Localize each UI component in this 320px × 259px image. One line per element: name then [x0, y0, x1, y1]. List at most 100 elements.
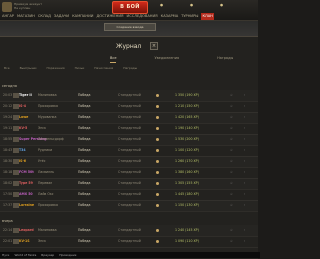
row-result: Победа — [78, 93, 91, 97]
credit-icon — [156, 127, 159, 130]
credit-icon — [156, 94, 159, 97]
menu-item[interactable]: КАЗАРМА — [161, 13, 179, 20]
credit-icon — [156, 182, 159, 185]
gold-counter: ● — [160, 3, 164, 7]
account-info[interactable]: Премиум аккаунт Не куплен — [14, 2, 42, 10]
credit-icon — [156, 149, 159, 152]
star-icon[interactable]: ☆ — [230, 145, 233, 156]
star-icon[interactable]: ☆ — [230, 225, 233, 236]
row-mode: Стандартный — [118, 93, 141, 97]
row-result: Победа — [78, 203, 91, 207]
journal-row[interactable]: 17:37 Lorraine Прохоровка Победа Стандартный… — [0, 200, 258, 212]
taskbar-item[interactable]: Браузер — [41, 252, 54, 258]
menu-item[interactable]: ИССЛЕДОВАНИЯ — [127, 13, 158, 20]
tab-rewards[interactable]: Награды — [217, 56, 233, 63]
star-icon[interactable]: ☆ — [230, 178, 233, 189]
row-vehicle: KV-5 — [19, 126, 28, 130]
row-mode: Стандартный — [118, 181, 141, 185]
row-experience: 1 240 (145 XP) — [175, 228, 199, 232]
chevron-right-icon[interactable]: › — [244, 200, 245, 211]
filter-item[interactable]: Начисления — [94, 66, 113, 71]
row-time: 22:14 — [3, 228, 13, 232]
taskbar-item[interactable]: World of Tanks — [15, 252, 37, 258]
chevron-right-icon[interactable]: › — [244, 225, 245, 236]
menu-item[interactable]: МАГАЗИН — [17, 13, 35, 20]
star-icon[interactable]: ☆ — [230, 112, 233, 123]
row-map: Малиновка — [38, 228, 57, 232]
xp-counter: ● — [220, 3, 224, 7]
chevron-right-icon[interactable]: › — [244, 112, 245, 123]
menu-item[interactable]: КАМПАНИИ — [72, 13, 93, 20]
filter-item[interactable]: Все — [4, 66, 10, 71]
row-map: Перевал — [38, 181, 53, 185]
row-experience: 1 190 (140 XP) — [175, 126, 199, 130]
journal-row[interactable]: 22:01 KV-1S Энск Победа Стандартный 1 090 (11… — [0, 236, 258, 248]
row-mode: Стандартный — [118, 115, 141, 119]
row-map: Мурованка — [38, 115, 57, 119]
create-platoon-button[interactable]: Создание взвода — [104, 23, 156, 31]
row-map: Малиновка — [38, 93, 57, 97]
row-experience: 1 530 (200 XP) — [175, 137, 199, 141]
row-experience: 1 090 (110 XP) — [175, 239, 199, 243]
star-icon[interactable]: ☆ — [230, 189, 233, 200]
menu-item[interactable]: СКЛАД — [38, 13, 51, 20]
row-time: 18:43 — [3, 148, 13, 152]
menu-item[interactable]: АНГАР — [2, 13, 14, 20]
filter-item[interactable]: Поражения — [46, 66, 64, 71]
row-experience: 1 305 (155 XP) — [175, 181, 199, 185]
chevron-right-icon[interactable]: › — [244, 145, 245, 156]
row-map: Рудники — [38, 148, 53, 152]
chevron-right-icon[interactable]: › — [244, 134, 245, 145]
chevron-right-icon[interactable]: › — [244, 236, 245, 247]
chevron-right-icon[interactable]: › — [244, 101, 245, 112]
premium-icon[interactable] — [2, 2, 12, 12]
row-time: 22:01 — [3, 239, 13, 243]
row-experience: 1 380 (160 XP) — [175, 170, 199, 174]
taskbar-item[interactable]: Проводник — [59, 252, 76, 258]
chevron-right-icon[interactable]: › — [244, 178, 245, 189]
star-icon[interactable]: ☆ — [230, 156, 233, 167]
filter-bar: Все Выигрыши Поражения Ничьи Начисления … — [4, 66, 254, 71]
row-time: 17:50 — [3, 192, 13, 196]
tab-notifications[interactable]: Уведомления — [154, 56, 179, 63]
row-time: 18:02 — [3, 181, 13, 185]
chevron-right-icon[interactable]: › — [244, 167, 245, 178]
chevron-right-icon[interactable]: › — [244, 156, 245, 167]
chevron-right-icon[interactable]: › — [244, 123, 245, 134]
row-mode: Стандартный — [118, 170, 141, 174]
menu-item[interactable]: ЗАДАЧИ — [54, 13, 69, 20]
star-icon[interactable]: ☆ — [230, 167, 233, 178]
star-icon[interactable]: ☆ — [230, 134, 233, 145]
filter-item[interactable]: Награды — [123, 66, 137, 71]
row-result: Победа — [78, 192, 91, 196]
star-icon[interactable]: ☆ — [230, 90, 233, 101]
close-icon[interactable]: × — [150, 42, 158, 50]
tab-all[interactable]: Все — [110, 56, 117, 63]
menu-item-active[interactable]: КЛАН — [201, 13, 214, 20]
panel-title: Журнал — [116, 43, 142, 50]
star-icon[interactable]: ☆ — [230, 123, 233, 134]
row-mode: Стандартный — [118, 137, 141, 141]
date-group-label: вчера — [2, 219, 13, 223]
row-time: 18:18 — [3, 170, 13, 174]
row-time: 19:24 — [3, 115, 13, 119]
row-experience: 1 260 (170 XP) — [175, 159, 199, 163]
row-result: Победа — [78, 228, 91, 232]
menu-item[interactable]: ДОСТИЖЕНИЯ — [96, 13, 123, 20]
credit-icon — [156, 193, 159, 196]
row-vehicle: Type 59 — [19, 181, 33, 185]
chevron-right-icon[interactable]: › — [244, 189, 245, 200]
credit-icon — [156, 240, 159, 243]
star-icon[interactable]: ☆ — [230, 101, 233, 112]
credit-icon — [156, 204, 159, 207]
row-result: Победа — [78, 137, 91, 141]
row-map: Энск — [38, 239, 46, 243]
star-icon[interactable]: ☆ — [230, 236, 233, 247]
filter-item[interactable]: Выигрыши — [20, 66, 37, 71]
filter-item[interactable]: Ничьи — [75, 66, 85, 71]
taskbar-item[interactable]: Пуск — [2, 252, 10, 258]
menu-item[interactable]: ТУРНИРЫ — [181, 13, 198, 20]
chevron-right-icon[interactable]: › — [244, 90, 245, 101]
star-icon[interactable]: ☆ — [230, 200, 233, 211]
row-result: Победа — [78, 159, 91, 163]
